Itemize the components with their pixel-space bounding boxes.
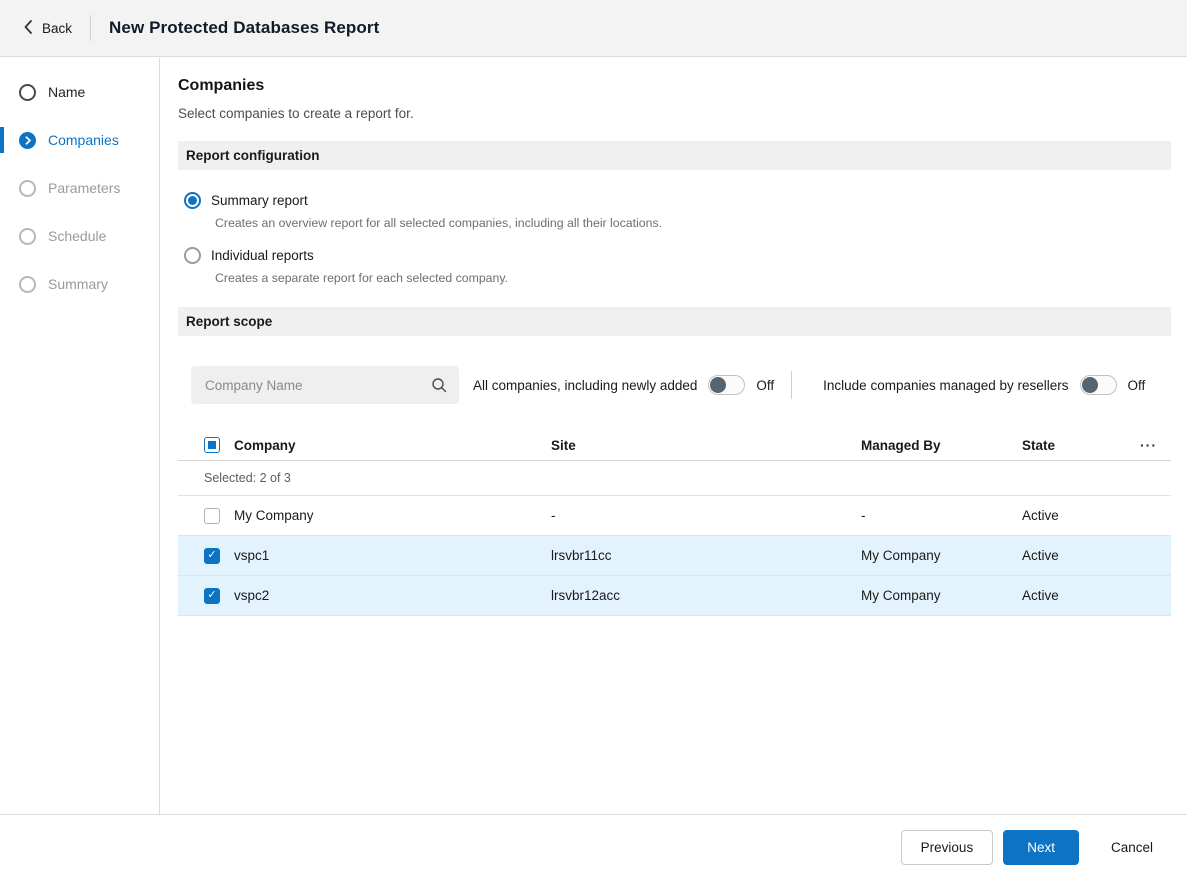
cell-site: -: [551, 508, 556, 523]
radio-option-summary-report: Summary report Creates an overview repor…: [184, 192, 1171, 230]
company-search-box: [191, 366, 459, 404]
header: Back New Protected Databases Report: [0, 0, 1187, 57]
column-header-company[interactable]: Company: [234, 438, 551, 453]
row-checkbox-cell: [178, 507, 234, 524]
toggle-label: All companies, including newly added: [473, 377, 698, 393]
radio-unselected-icon[interactable]: [184, 247, 201, 264]
row-checkbox[interactable]: [204, 587, 220, 604]
sidebar-item-name[interactable]: Name: [0, 68, 159, 116]
table-row[interactable]: My Company - - Active: [178, 496, 1171, 536]
toggle-group-all-companies: All companies, including newly added Off: [473, 375, 774, 395]
radio-label: Summary report: [211, 193, 308, 208]
scope-toolbar: All companies, including newly added Off…: [178, 366, 1171, 404]
sidebar-item-label: Parameters: [48, 180, 121, 196]
back-button[interactable]: Back: [20, 14, 76, 43]
section-header-report-configuration: Report configuration: [178, 141, 1171, 170]
toolbar-divider: [791, 371, 793, 399]
radio-row-individual-reports[interactable]: Individual reports: [184, 247, 1171, 264]
column-header-managed-by[interactable]: Managed By: [861, 438, 1022, 453]
row-checkbox-cell: [178, 587, 234, 604]
companies-table: Company Site Managed By State ··· Select…: [178, 430, 1171, 616]
previous-button[interactable]: Previous: [900, 829, 994, 865]
toggle-state: Off: [1127, 377, 1146, 393]
page-title: New Protected Databases Report: [109, 18, 380, 37]
toggle-knob-icon: [710, 377, 727, 393]
app-window: Back New Protected Databases Report Name…: [0, 0, 1187, 879]
footer: Previous Next Cancel: [0, 814, 1187, 879]
selection-summary-row: Selected: 2 of 3: [178, 461, 1171, 496]
sidebar-item-summary[interactable]: Summary: [0, 260, 159, 308]
step-circle-icon: [19, 275, 36, 293]
cell-state: Active: [1022, 588, 1059, 603]
section-title: Report scope: [186, 314, 273, 329]
cancel-button[interactable]: Cancel: [1105, 830, 1159, 865]
header-divider: [90, 15, 92, 41]
chevron-left-icon: [24, 19, 32, 37]
wizard-sidebar: Name Companies Parameters Schedule Summa…: [0, 58, 160, 814]
table-header-row: Company Site Managed By State ···: [178, 430, 1171, 461]
toggle-state: Off: [756, 377, 775, 393]
cell-managed-by: My Company: [861, 548, 941, 563]
toggle-label: Include companies managed by resellers: [823, 377, 1069, 393]
step-circle-icon: [19, 227, 36, 245]
cell-managed-by: -: [861, 508, 866, 523]
row-checkbox[interactable]: [204, 507, 220, 524]
column-header-state[interactable]: State: [1022, 438, 1127, 453]
cell-state: Active: [1022, 508, 1059, 523]
next-button[interactable]: Next: [1003, 829, 1079, 865]
cell-site: lrsvbr12acc: [551, 588, 621, 603]
select-all-checkbox[interactable]: [204, 437, 220, 453]
back-label: Back: [42, 20, 73, 36]
sidebar-item-label: Name: [48, 84, 86, 100]
radio-option-individual-reports: Individual reports Creates a separate re…: [184, 247, 1171, 285]
company-search-input[interactable]: [203, 376, 431, 394]
sidebar-item-schedule[interactable]: Schedule: [0, 212, 159, 260]
toggle-group-resellers: Include companies managed by resellers O…: [823, 375, 1145, 395]
table-row[interactable]: vspc1 lrsvbr11cc My Company Active: [178, 536, 1171, 576]
ellipsis-menu-icon[interactable]: ···: [1140, 440, 1157, 450]
step-active-chevron-icon: [19, 131, 36, 149]
column-header-site[interactable]: Site: [551, 438, 861, 453]
all-companies-toggle[interactable]: [708, 375, 746, 395]
cell-state: Active: [1022, 548, 1059, 563]
resellers-toggle[interactable]: [1079, 375, 1117, 395]
sidebar-item-label: Summary: [48, 276, 108, 292]
sidebar-item-label: Schedule: [48, 228, 107, 244]
cell-company: vspc2: [234, 588, 270, 603]
selected-count: Selected: 2 of 3: [204, 471, 291, 485]
radio-row-summary-report[interactable]: Summary report: [184, 192, 1171, 209]
cell-managed-by: My Company: [861, 588, 941, 603]
step-circle-icon: [19, 179, 36, 197]
sidebar-item-companies[interactable]: Companies: [0, 116, 159, 164]
row-checkbox-cell: [178, 547, 234, 564]
row-checkbox[interactable]: [204, 547, 220, 564]
step-circle-icon: [19, 83, 36, 101]
step-title: Companies: [178, 77, 265, 94]
radio-label: Individual reports: [211, 248, 314, 263]
cell-site: lrsvbr11cc: [551, 548, 612, 563]
main-content: Companies Select companies to create a r…: [161, 57, 1187, 814]
search-icon[interactable]: [431, 377, 447, 393]
sidebar-item-label: Companies: [48, 132, 119, 148]
section-title: Report configuration: [186, 148, 320, 163]
toggle-knob-icon: [1081, 377, 1098, 393]
section-header-report-scope: Report scope: [178, 307, 1171, 336]
column-options-cell: ···: [1127, 440, 1171, 450]
radio-description: Creates a separate report for each selec…: [215, 271, 509, 285]
sidebar-item-parameters[interactable]: Parameters: [0, 164, 159, 212]
radio-selected-icon[interactable]: [184, 192, 201, 209]
radio-description: Creates an overview report for all selec…: [215, 216, 663, 230]
header-checkbox-cell: [178, 437, 234, 453]
step-subtitle: Select companies to create a report for.: [178, 106, 414, 121]
cell-company: vspc1: [234, 548, 270, 563]
cell-company: My Company: [234, 508, 314, 523]
table-row[interactable]: vspc2 lrsvbr12acc My Company Active: [178, 576, 1171, 616]
